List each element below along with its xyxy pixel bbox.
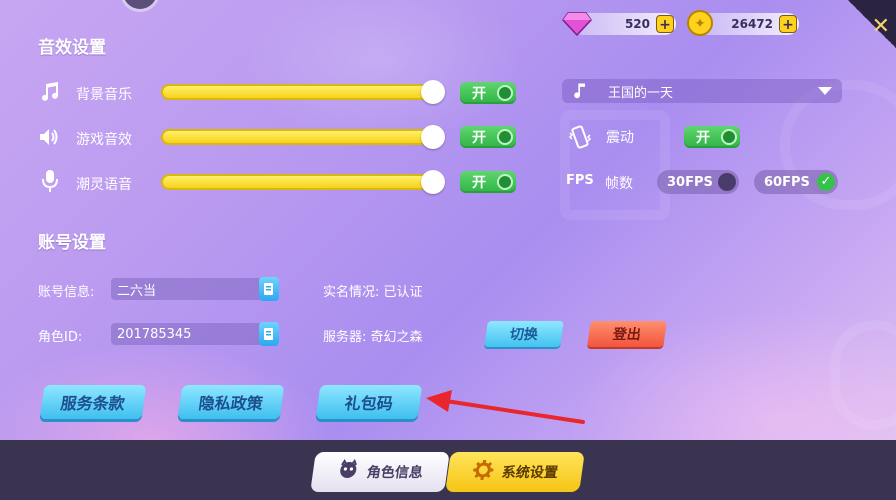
gift-code-button[interactable]: 礼包码 [315,385,423,419]
role-id-value: 201785345 [117,326,192,342]
close-icon[interactable]: ✕ [872,14,890,39]
account-info-value: 二六当 [117,283,157,299]
copy-account-button[interactable] [259,277,279,301]
background-music-slider[interactable] [161,80,445,104]
fps-60-option[interactable]: 60FPS ✓ [754,170,838,194]
audio-row-label: 游戏音效 [76,132,132,148]
toggle-label: 开 [472,130,486,146]
gem-icon [562,8,592,38]
copy-icon [264,283,273,295]
background-decoration [830,320,896,430]
background-music-toggle[interactable]: 开 [460,82,516,104]
privacy-policy-button[interactable]: 隐私政策 [177,385,285,419]
music-track-select[interactable]: 王国的一天 [562,79,842,103]
music-track-value: 王国的一天 [608,85,674,101]
logout-button[interactable]: 登出 [587,321,667,347]
coin-icon: ✦ [685,8,715,38]
slider-knob[interactable] [421,170,445,194]
account-info-field: 二六当 [111,277,279,301]
vibration-icon [567,124,593,150]
character-icon [335,459,361,485]
power-icon [497,129,513,145]
power-icon [721,129,737,145]
tab-character-info[interactable]: 角色信息 [310,452,450,492]
vibration-label: 震动 [606,130,634,146]
copy-icon [264,328,273,340]
slider-knob[interactable] [421,80,445,104]
voice-slider[interactable] [161,170,445,194]
slider-knob[interactable] [421,125,445,149]
gear-icon [470,459,496,485]
toggle-label: 开 [472,175,486,191]
tab-system-settings[interactable]: 系统设置 [445,452,585,492]
music-note-icon [570,81,590,105]
checkmark-icon: ✓ [817,173,835,191]
fps-label: 帧数 [605,176,633,192]
sound-effects-slider[interactable] [161,125,445,149]
vibration-toggle[interactable]: 开 [684,126,740,148]
tab-label: 角色信息 [365,465,424,481]
fps-option-label: 30FPS [667,174,713,190]
speaker-icon [37,125,63,151]
toggle-label: 开 [696,130,710,146]
audio-row-label: 背景音乐 [76,87,132,103]
role-id-field: 201785345 [111,322,279,346]
real-name-status: 实名情况: 已认证 [323,285,423,300]
radio-unselected-icon [718,173,736,191]
fps-icon: FPS [566,173,594,188]
voice-toggle[interactable]: 开 [460,171,516,193]
background-glow [0,0,896,440]
chevron-down-icon [818,87,832,95]
gem-count: 520 [624,17,650,31]
coin-counter: ✦ 26472 + [687,10,799,36]
gem-counter: 520 + [562,12,676,36]
switch-server-button[interactable]: 切换 [484,321,564,347]
power-icon [497,174,513,190]
audio-row-label: 潮灵语音 [76,177,132,193]
audio-settings-title: 音效设置 [38,38,106,58]
role-id-label: 角色ID: [38,330,83,345]
fps-30-option[interactable]: 30FPS [657,170,739,194]
add-gems-button[interactable]: + [656,15,674,33]
toggle-label: 开 [472,86,486,102]
coin-count: 26472 [731,17,773,31]
copy-role-id-button[interactable] [259,322,279,346]
sound-effects-toggle[interactable]: 开 [460,126,516,148]
svg-text:✦: ✦ [694,16,706,32]
fps-option-label: 60FPS [764,174,810,190]
add-coins-button[interactable]: + [779,15,797,33]
terms-of-service-button[interactable]: 服务条款 [39,385,147,419]
tab-label: 系统设置 [500,465,559,481]
music-note-icon [38,80,64,106]
server-label: 服务器: 奇幻之森 [323,330,423,345]
account-info-label: 账号信息: [38,285,95,300]
power-icon [497,85,513,101]
microphone-icon [38,168,64,194]
account-settings-title: 账号设置 [38,233,106,253]
